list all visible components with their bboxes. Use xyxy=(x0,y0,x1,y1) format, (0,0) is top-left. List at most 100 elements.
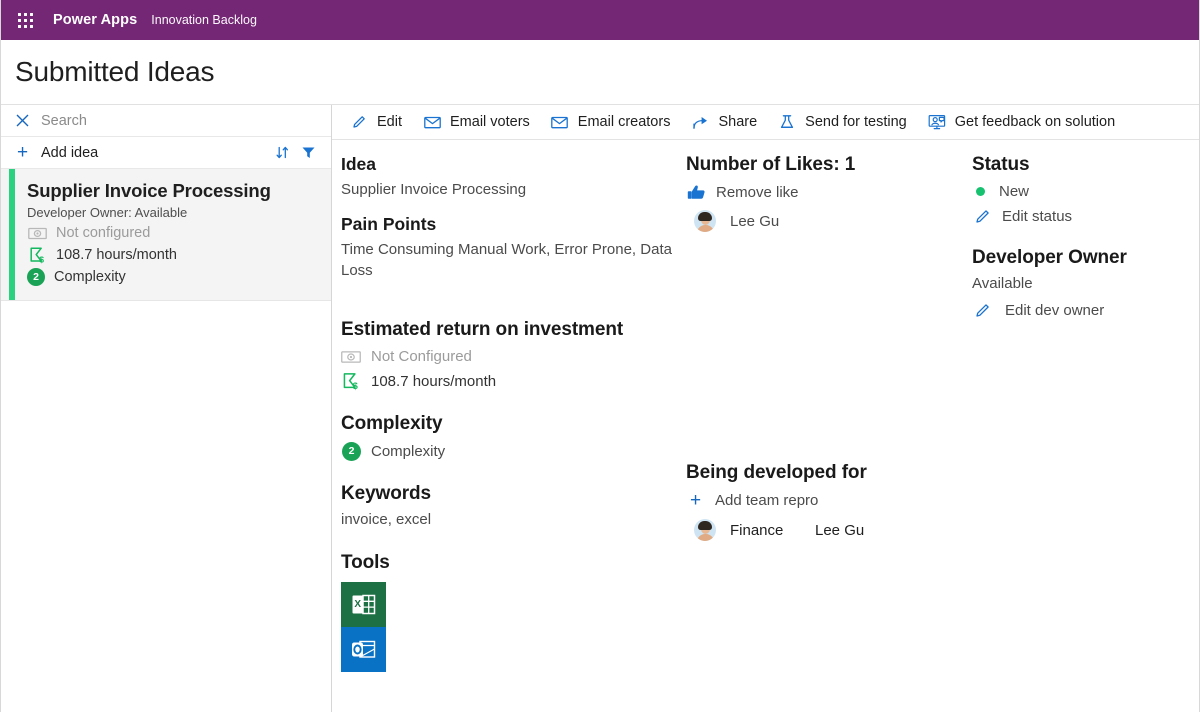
money-bill-icon xyxy=(27,224,47,242)
idea-subtitle: Developer Owner: Available xyxy=(27,205,188,221)
detail-column-status: Status New Edit status Developer Owner A… xyxy=(963,154,1199,712)
roi-money-row: Not Configured xyxy=(341,348,678,366)
edit-status-button[interactable]: Edit status xyxy=(972,207,1199,225)
filter-funnel-icon[interactable] xyxy=(295,141,321,165)
outlook-tool-icon[interactable] xyxy=(341,627,386,672)
complexity-badge: 2 xyxy=(342,441,361,461)
page-title-bar: Submitted Ideas xyxy=(1,40,1199,104)
roi-hours-value: 108.7 hours/month xyxy=(371,373,497,391)
search-input[interactable]: Search xyxy=(41,113,87,129)
complexity-heading: Complexity xyxy=(341,412,443,434)
suite-bar: Power Apps Innovation Backlog xyxy=(1,0,1199,40)
person-name: Lee Gu xyxy=(815,521,865,539)
command-bar: Edit Email voters Email creators Share S… xyxy=(332,105,1199,140)
voter-row: Lee Gu xyxy=(686,210,963,232)
email-creators-button[interactable]: Email creators xyxy=(542,107,680,137)
edit-button[interactable]: Edit xyxy=(341,107,411,137)
email-voters-label: Email voters xyxy=(450,114,530,130)
status-value: New xyxy=(999,183,1030,200)
thumbs-up-icon xyxy=(686,183,706,201)
email-voters-button[interactable]: Email voters xyxy=(414,107,539,137)
status-badge: New xyxy=(972,183,1199,200)
edit-dev-owner-button[interactable]: Edit dev owner xyxy=(972,301,1199,319)
svg-text:$: $ xyxy=(353,381,358,391)
send-for-testing-button[interactable]: Send for testing xyxy=(769,107,916,137)
email-creators-label: Email creators xyxy=(577,114,671,130)
suite-app-name[interactable]: Innovation Backlog xyxy=(151,13,257,27)
suite-brand[interactable]: Power Apps xyxy=(53,12,137,28)
tools-list: X xyxy=(341,582,678,672)
hourglass-dollar-icon: $ xyxy=(341,373,361,391)
app-window: Power Apps Innovation Backlog Submitted … xyxy=(0,0,1200,712)
list-item[interactable]: Supplier Invoice Processing Developer Ow… xyxy=(1,169,331,302)
detail-column-social: Number of Likes: 1 Remove like Lee Gu Be… xyxy=(678,154,963,712)
flask-icon xyxy=(778,113,796,131)
developed-for-heading: Being developed for xyxy=(686,462,867,483)
idea-value: Supplier Invoice Processing xyxy=(341,181,527,198)
detail-area: Idea Supplier Invoice Processing Pain Po… xyxy=(332,140,1199,712)
complexity-label: Complexity xyxy=(371,442,446,460)
remove-like-button[interactable]: Remove like xyxy=(686,183,963,201)
waffle-grid-icon[interactable] xyxy=(10,5,40,35)
complexity-badge: 2 xyxy=(27,268,45,287)
close-x-icon[interactable] xyxy=(14,113,30,129)
developer-owner-value: Available xyxy=(972,275,1033,292)
sort-ascending-descending-icon[interactable] xyxy=(269,141,295,165)
detail-column-primary: Idea Supplier Invoice Processing Pain Po… xyxy=(332,154,678,712)
idea-complexity-label: Complexity xyxy=(54,269,126,286)
svg-text:$: $ xyxy=(39,254,44,264)
money-bill-icon xyxy=(341,348,361,366)
table-row: Finance Lee Gu xyxy=(686,519,963,541)
add-idea-button[interactable]: Add idea xyxy=(41,145,98,161)
complexity-row: 2 Complexity xyxy=(341,441,678,461)
idea-roi-hours-row: $ 108.7 hours/month xyxy=(27,246,317,264)
edit-dev-owner-label: Edit dev owner xyxy=(1005,301,1105,319)
plus-icon[interactable]: + xyxy=(15,143,30,162)
likes-heading: Number of Likes: 1 xyxy=(686,154,856,175)
share-button[interactable]: Share xyxy=(682,107,766,137)
share-label: Share xyxy=(718,114,758,130)
svg-text:X: X xyxy=(354,599,361,610)
idea-roi-hours-value: 108.7 hours/month xyxy=(56,247,177,264)
roi-heading: Estimated return on investment xyxy=(341,318,624,340)
idea-title: Supplier Invoice Processing xyxy=(27,180,271,201)
idea-complexity-row: 2 Complexity xyxy=(27,268,317,287)
team-name: Finance xyxy=(730,521,784,539)
page-title: Submitted Ideas xyxy=(15,56,215,87)
feedback-person-icon xyxy=(928,113,946,131)
remove-like-label: Remove like xyxy=(716,183,799,201)
add-team-repro-label: Add team repro xyxy=(715,492,819,509)
send-for-testing-label: Send for testing xyxy=(805,114,907,130)
roi-money-value: Not Configured xyxy=(371,348,472,366)
envelope-icon xyxy=(551,113,569,131)
pencil-icon xyxy=(350,113,368,131)
add-idea-row: + Add idea xyxy=(1,137,331,169)
hourglass-dollar-icon: $ xyxy=(27,246,47,264)
idea-list: Supplier Invoice Processing Developer Ow… xyxy=(1,169,331,712)
avatar xyxy=(694,519,716,541)
pain-points-value: Time Consuming Manual Work, Error Prone,… xyxy=(341,241,672,279)
pain-points-heading: Pain Points xyxy=(341,214,437,235)
keywords-heading: Keywords xyxy=(341,482,432,504)
idea-roi-money-value: Not configured xyxy=(56,225,151,242)
keywords-value: invoice, excel xyxy=(341,510,432,528)
status-dot-icon xyxy=(976,187,985,196)
get-feedback-label: Get feedback on solution xyxy=(954,114,1116,130)
pencil-icon xyxy=(972,207,992,225)
tools-heading: Tools xyxy=(341,552,390,573)
excel-tool-icon[interactable]: X xyxy=(341,582,386,627)
left-pane: Search + Add idea Supplier Invoice Proce… xyxy=(1,105,332,712)
voter-name: Lee Gu xyxy=(730,212,780,230)
avatar xyxy=(694,210,716,232)
add-team-repro-button[interactable]: + Add team repro xyxy=(686,491,963,510)
pencil-icon xyxy=(972,301,992,319)
search-row[interactable]: Search xyxy=(1,105,331,137)
status-heading: Status xyxy=(972,154,1030,175)
get-feedback-button[interactable]: Get feedback on solution xyxy=(919,107,1124,137)
plus-icon: + xyxy=(689,490,702,511)
